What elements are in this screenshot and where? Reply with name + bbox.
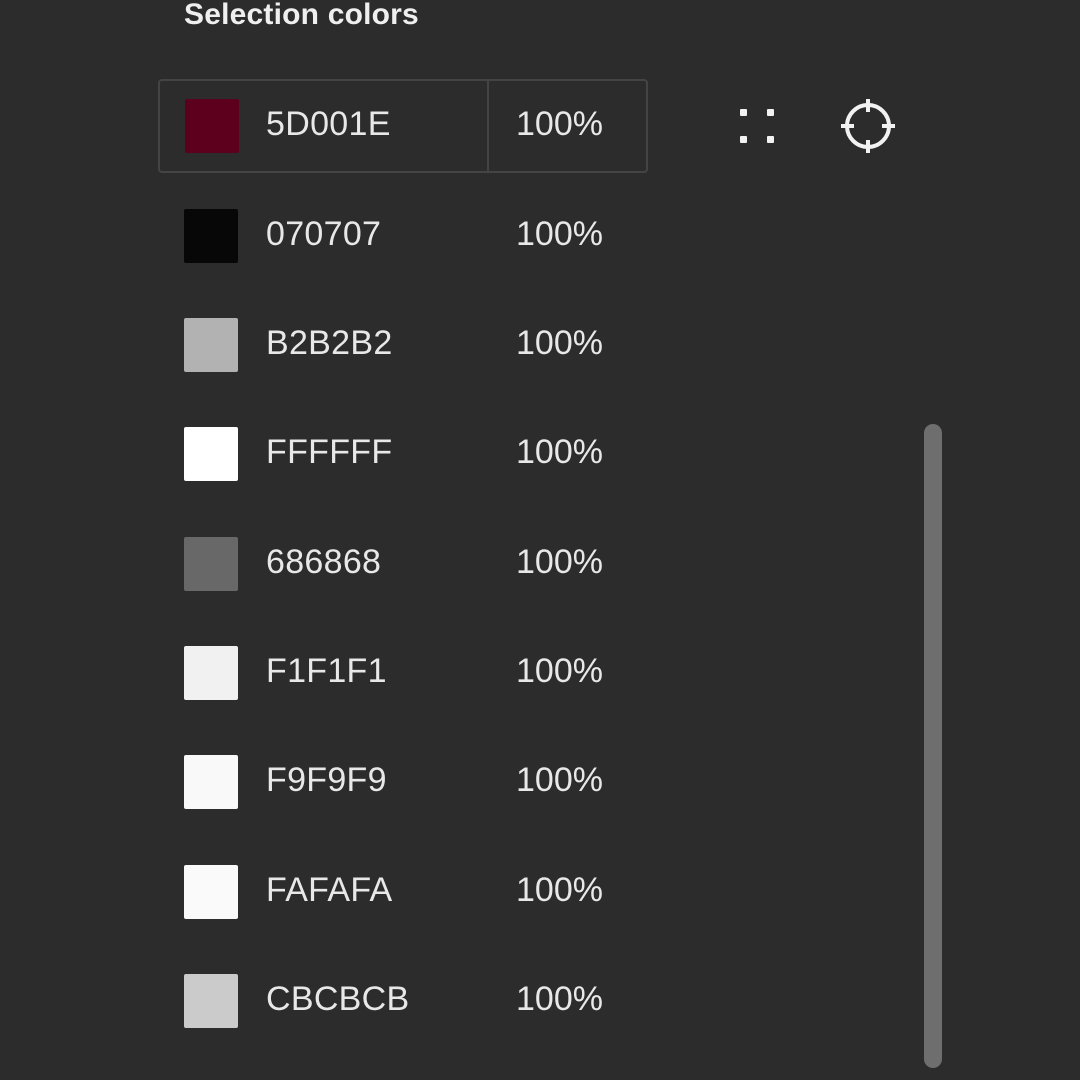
color-swatch[interactable] (185, 99, 239, 153)
hex-value[interactable]: 686868 (266, 543, 381, 582)
color-swatch[interactable] (184, 646, 238, 700)
color-row[interactable]: F1F1F1 100% (158, 626, 648, 720)
hex-value[interactable]: FFFFFF (266, 433, 392, 472)
selection-colors-panel: Selection colors 5D001E 100% 070707 100%… (0, 0, 1080, 1080)
color-swatch[interactable] (184, 537, 238, 591)
target-crosshair-icon (841, 99, 895, 153)
hex-value[interactable]: F9F9F9 (266, 761, 387, 800)
opacity-value[interactable]: 100% (516, 980, 603, 1019)
opacity-value[interactable]: 100% (516, 652, 603, 691)
opacity-value[interactable]: 100% (516, 215, 603, 254)
hex-value[interactable]: 5D001E (266, 105, 391, 144)
opacity-value[interactable]: 100% (516, 543, 603, 582)
opacity-value[interactable]: 100% (516, 105, 603, 144)
grid-dots-icon (740, 109, 774, 143)
color-row[interactable]: B2B2B2 100% (158, 298, 648, 392)
opacity-value[interactable]: 100% (516, 761, 603, 800)
section-title: Selection colors (184, 0, 419, 31)
color-row[interactable]: 070707 100% (158, 189, 648, 283)
color-swatch[interactable] (184, 427, 238, 481)
color-row[interactable]: CBCBCB 100% (158, 954, 648, 1048)
vertical-scrollbar[interactable] (920, 420, 946, 1080)
hex-value[interactable]: F1F1F1 (266, 652, 387, 691)
hex-value[interactable]: B2B2B2 (266, 324, 393, 363)
hex-value[interactable]: CBCBCB (266, 980, 410, 1019)
color-row[interactable]: FAFAFA 100% (158, 845, 648, 939)
hex-value[interactable]: FAFAFA (266, 871, 393, 910)
color-swatch[interactable] (184, 755, 238, 809)
color-swatch[interactable] (184, 974, 238, 1028)
row-divider (487, 81, 489, 171)
apply-style-button[interactable] (725, 94, 789, 158)
color-swatch[interactable] (184, 209, 238, 263)
opacity-value[interactable]: 100% (516, 433, 603, 472)
opacity-value[interactable]: 100% (516, 871, 603, 910)
color-row[interactable]: FFFFFF 100% (158, 407, 648, 501)
opacity-value[interactable]: 100% (516, 324, 603, 363)
scrollbar-thumb[interactable] (924, 424, 942, 1068)
hex-value[interactable]: 070707 (266, 215, 381, 254)
color-swatch[interactable] (184, 865, 238, 919)
color-row[interactable]: 686868 100% (158, 517, 648, 611)
color-row[interactable]: F9F9F9 100% (158, 735, 648, 829)
color-swatch[interactable] (184, 318, 238, 372)
select-matching-button[interactable] (836, 94, 900, 158)
color-row[interactable]: 5D001E 100% (158, 79, 648, 173)
